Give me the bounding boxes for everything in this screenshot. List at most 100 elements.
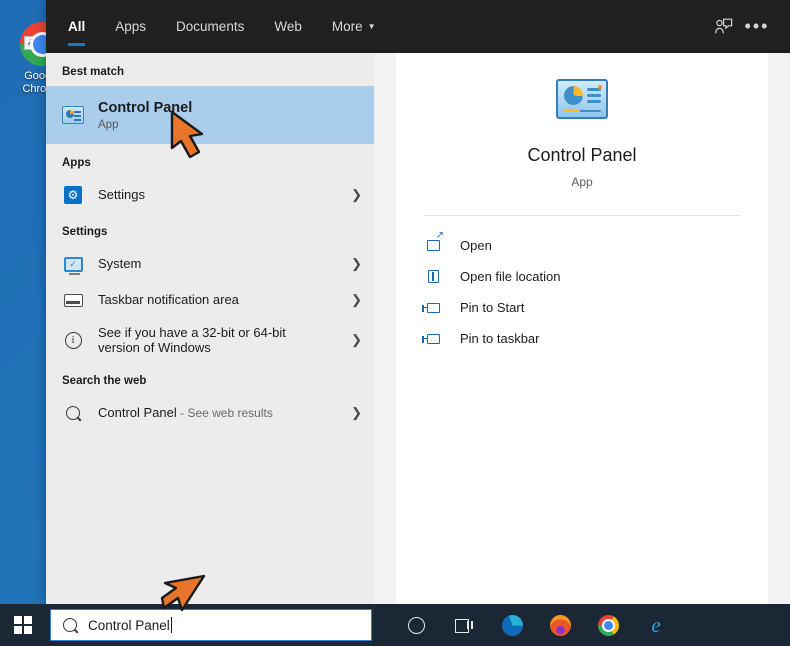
pie-chart-shape xyxy=(564,86,583,105)
action-label: Open xyxy=(460,238,492,253)
action-pin-to-taskbar[interactable]: Pin to taskbar xyxy=(396,323,768,354)
search-panel-body: Best match Control Panel App Apps ⚙ Sett… xyxy=(46,53,790,604)
result-item-control-panel[interactable]: Control Panel App xyxy=(46,86,374,144)
result-text: Control Panel - See web results xyxy=(98,405,331,421)
cortana-icon xyxy=(407,616,425,634)
result-title: System xyxy=(98,256,142,271)
result-icon xyxy=(62,403,84,423)
shortcut-arrow-badge: ↗ xyxy=(24,36,38,50)
windows-search-flyout: All Apps Documents Web More ▼ ••• Best m… xyxy=(46,0,790,604)
section-heading-settings: Settings xyxy=(62,226,108,238)
tab-more-label: More xyxy=(331,18,363,34)
action-icon xyxy=(422,333,443,344)
action-icon xyxy=(424,231,444,251)
result-item-taskbar-notification-area[interactable]: Taskbar notification area ❯ xyxy=(46,282,374,318)
action-pin-to-start[interactable]: Pin to Start xyxy=(396,292,768,323)
preview-subtitle: App xyxy=(571,175,593,189)
tab-all-label: All xyxy=(68,18,86,34)
internet-explorer-icon: e xyxy=(651,613,661,637)
result-icon xyxy=(62,293,84,307)
result-text: Control Panel App xyxy=(98,100,362,131)
result-title: Taskbar notification area xyxy=(98,292,239,307)
taskbar-icon xyxy=(63,293,83,307)
result-title: Control Panel xyxy=(98,99,193,116)
ellipsis-icon: ••• xyxy=(744,16,770,36)
start-button[interactable] xyxy=(0,604,46,646)
task-view-icon xyxy=(455,618,473,633)
result-item-system[interactable]: ✓ System ❯ xyxy=(46,246,374,282)
web-result-query: Control Panel xyxy=(98,405,177,420)
chevron-right-icon[interactable]: ❯ xyxy=(345,187,362,203)
tab-documents[interactable]: Documents xyxy=(176,3,244,51)
google-chrome-button[interactable] xyxy=(586,604,630,646)
preview-title: Control Panel xyxy=(527,145,637,165)
chevron-right-icon[interactable]: ❯ xyxy=(345,405,362,421)
chevron-right-icon[interactable]: ❯ xyxy=(345,332,362,348)
folder-icon xyxy=(428,270,439,283)
feedback-button[interactable] xyxy=(706,10,740,44)
tab-web-label: Web xyxy=(274,18,302,34)
result-text: System xyxy=(98,256,331,272)
chevron-down-icon: ▼ xyxy=(367,21,376,31)
microsoft-edge-icon xyxy=(501,614,523,636)
pin-icon xyxy=(422,333,440,344)
google-chrome-icon xyxy=(597,614,619,636)
open-icon xyxy=(427,231,444,251)
action-label: Pin to Start xyxy=(460,300,525,315)
internet-explorer-button[interactable]: e xyxy=(634,604,678,646)
result-icon xyxy=(62,106,84,124)
start-icon-tile xyxy=(24,626,32,634)
result-text: See if you have a 32-bit or 64-bit versi… xyxy=(98,325,331,355)
result-title: See if you have a 32-bit or 64-bit versi… xyxy=(98,325,286,355)
pin-icon xyxy=(422,302,440,313)
preview-action-list: Open Open file location Pin to Start xyxy=(396,216,768,354)
chevron-right-icon[interactable]: ❯ xyxy=(345,256,362,272)
action-open[interactable]: Open xyxy=(396,230,768,261)
result-text: Taskbar notification area xyxy=(98,292,331,308)
taskbar-search-input[interactable]: Control Panel xyxy=(50,609,372,641)
settings-gear-icon: ⚙ xyxy=(64,186,82,204)
firefox-icon xyxy=(549,614,571,636)
action-label: Pin to taskbar xyxy=(460,331,540,346)
section-heading-best-match: Best match xyxy=(62,66,124,78)
search-results-list: Best match Control Panel App Apps ⚙ Sett… xyxy=(46,53,374,604)
action-icon xyxy=(422,302,443,313)
preview-card: Control Panel App Open xyxy=(396,53,768,604)
action-open-file-location[interactable]: Open file location xyxy=(396,261,768,292)
tab-apps[interactable]: Apps xyxy=(115,3,146,51)
tab-apps-label: Apps xyxy=(115,18,147,34)
tab-web[interactable]: Web xyxy=(274,3,302,51)
search-icon xyxy=(60,615,80,635)
chevron-right-icon[interactable]: ❯ xyxy=(345,292,362,308)
tab-all[interactable]: All xyxy=(68,3,86,51)
section-heading-apps: Apps xyxy=(62,157,91,169)
result-title: Control Panel - See web results xyxy=(98,405,331,421)
action-label: Open file location xyxy=(460,269,561,284)
task-view-button[interactable] xyxy=(442,604,486,646)
text-cursor xyxy=(170,617,172,633)
search-input-value: Control Panel xyxy=(88,617,172,633)
result-item-settings[interactable]: ⚙ Settings ❯ xyxy=(46,177,374,213)
control-panel-icon-large xyxy=(556,79,608,119)
result-icon: i xyxy=(62,331,84,349)
taskbar-icon-group: e xyxy=(394,604,678,646)
firefox-button[interactable] xyxy=(538,604,582,646)
search-panel-header: All Apps Documents Web More ▼ ••• xyxy=(46,0,790,53)
result-item-web-search[interactable]: Control Panel - See web results ❯ xyxy=(46,395,374,431)
taskbar: Control Panel e xyxy=(0,604,790,646)
result-title: Settings xyxy=(98,187,145,202)
microsoft-edge-button[interactable] xyxy=(490,604,534,646)
action-icon xyxy=(424,270,443,283)
cortana-button[interactable] xyxy=(394,604,438,646)
slider-shape xyxy=(563,109,601,112)
result-item-bit-version[interactable]: i See if you have a 32-bit or 64-bit ver… xyxy=(46,318,374,362)
result-icon: ✓ xyxy=(62,256,84,275)
info-icon: i xyxy=(64,331,82,349)
more-options-button[interactable]: ••• xyxy=(740,10,774,44)
start-icon-tile xyxy=(14,626,22,634)
feedback-icon xyxy=(714,18,732,34)
start-icon-tile xyxy=(24,616,32,624)
web-result-suffix: - See web results xyxy=(176,406,273,420)
result-subtitle: App xyxy=(98,118,119,131)
tab-more[interactable]: More ▼ xyxy=(332,3,376,51)
